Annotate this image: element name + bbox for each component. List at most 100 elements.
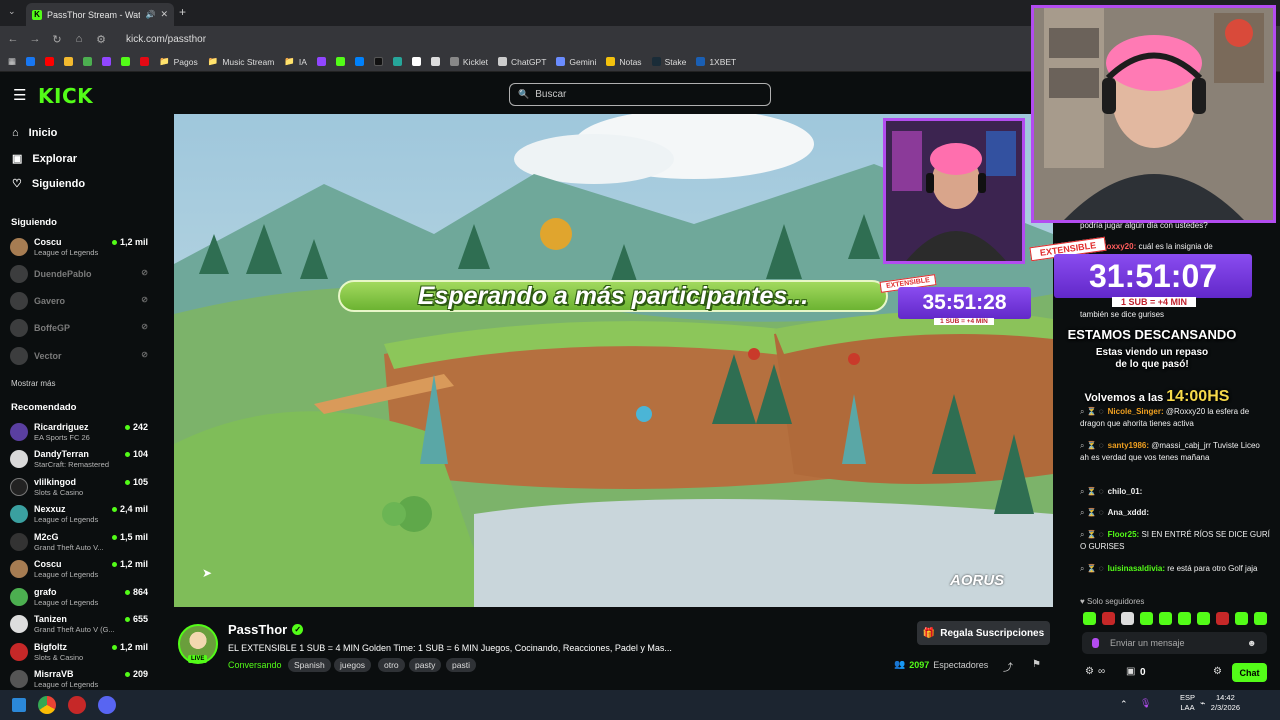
emote-icon[interactable] (1159, 612, 1172, 625)
chat-send-button[interactable]: Chat (1232, 663, 1267, 682)
emote-icon[interactable] (1102, 612, 1115, 625)
kick-bookmark-2-icon[interactable] (335, 57, 345, 66)
network-icon[interactable]: ⌁ (1200, 698, 1205, 709)
tag-pill[interactable]: pasti (446, 658, 476, 672)
bookmark-kicklet[interactable]: Kicklet (449, 57, 488, 67)
tiktok-icon[interactable] (373, 57, 383, 66)
tab-title: PassThor Stream - Watch Li (47, 9, 141, 20)
tag-pill[interactable]: juegos (334, 658, 372, 672)
system-clock[interactable]: 14:42 2/3/2026 (1211, 693, 1240, 713)
apps-icon[interactable]: ▦ (8, 56, 16, 67)
tray-up-icon[interactable]: ⌃ (1120, 699, 1128, 710)
recommended-channel[interactable]: grafo League of Legends 864 (10, 585, 150, 611)
search-input[interactable]: 🔍 Buscar (509, 83, 771, 106)
emote-icon[interactable] (1121, 612, 1134, 625)
windows-start-icon[interactable] (12, 698, 26, 712)
url-field[interactable]: kick.com/passthor (126, 34, 206, 45)
twitch-bookmark-icon[interactable] (316, 57, 326, 66)
tag-pill[interactable]: otro (378, 658, 405, 672)
nav-explorar[interactable]: ▣ Explorar (12, 152, 77, 166)
kick-bookmark-icon[interactable] (121, 57, 131, 66)
app-bookmark-icon[interactable] (392, 57, 402, 66)
stream-category[interactable]: Conversando (228, 660, 282, 670)
emote-icon[interactable] (1235, 612, 1248, 625)
webcam-main-image (1034, 8, 1273, 220)
new-tab-icon[interactable]: + (179, 5, 186, 19)
speaker-icon[interactable]: 🔊 (145, 10, 155, 19)
close-tab-icon[interactable]: ✕ (160, 9, 168, 20)
settings-chat-icon[interactable]: ⚙ (1085, 666, 1094, 677)
chat-settings-icon[interactable]: ⚙ (1213, 666, 1222, 677)
link-icon[interactable]: ∞ (1098, 666, 1105, 677)
app-icon[interactable] (68, 696, 86, 714)
youtube-icon[interactable] (45, 57, 55, 66)
tab-search-icon[interactable]: ⌄ (8, 6, 16, 17)
bookmark-gemini[interactable]: Gemini (556, 57, 596, 67)
recommended-channel[interactable]: Tanizen Grand Theft Auto V (G... 655 (10, 612, 150, 638)
avatar (10, 560, 28, 578)
diamond-icon[interactable] (430, 57, 440, 66)
recommended-channel[interactable]: Nexxuz League of Legends 2,4 mil (10, 502, 150, 528)
back-icon[interactable]: ← (2, 33, 24, 45)
heart-icon: ♡ (12, 178, 22, 190)
recommended-channel[interactable]: Bigfoltz Slots & Casino 1,2 mil (10, 640, 150, 666)
reload-icon[interactable]: ↻ (46, 33, 68, 46)
nav-siguiendo[interactable]: ♡ Siguiendo (12, 177, 85, 191)
gmail-icon[interactable] (140, 57, 150, 66)
browser-tab[interactable]: K PassThor Stream - Watch Li 🔊 ✕ (26, 3, 174, 26)
tag-pill[interactable]: pasty (409, 658, 442, 672)
following-channel[interactable]: Coscu League of Legends 1,2 mil (10, 235, 150, 261)
recommended-channel[interactable]: Ricardriguez EA Sports FC 26 242 (10, 420, 150, 446)
emote-icon[interactable] (1197, 612, 1210, 625)
streamer-name[interactable]: PassThor ✓ (228, 622, 304, 637)
drive-icon[interactable] (83, 57, 93, 66)
emote-icon[interactable] (1140, 612, 1153, 625)
share-icon[interactable]: ⤴ (1003, 659, 1013, 674)
emote-icon[interactable] (1254, 612, 1267, 625)
tag-pill[interactable]: Spanish (288, 658, 331, 672)
discord-icon[interactable] (98, 696, 116, 714)
following-channel-offline[interactable]: BoffeGP ⊘ (10, 316, 150, 342)
following-channel-offline[interactable]: DuendePablo ⊘ (10, 262, 150, 288)
recommended-channel[interactable]: Coscu League of Legends 1,2 mil (10, 557, 150, 583)
binance-icon[interactable] (64, 57, 74, 66)
recommended-channel[interactable]: DandyTerran StarCraft: Remastered 104 (10, 447, 150, 473)
bookmark-stake[interactable]: Stake (651, 57, 686, 67)
notion-icon[interactable] (411, 57, 421, 66)
gift-subs-button[interactable]: 🎁 Regala Suscripciones (917, 621, 1050, 645)
bookmark-music-stream[interactable]: 📁 Music Stream (208, 56, 275, 67)
recommended-channel[interactable]: vlilkingod Slots & Casino 105 (10, 475, 150, 501)
menu-icon[interactable]: ☰ (13, 86, 26, 104)
following-channel-offline[interactable]: Vector ⊘ (10, 344, 150, 370)
nav-inicio[interactable]: ⌂ Inicio (12, 127, 57, 139)
kick-logo[interactable]: KICK (38, 84, 93, 108)
home-browser-icon[interactable]: ⌂ (68, 33, 90, 45)
forward-icon[interactable]: → (24, 33, 46, 45)
bookmark-1xbet[interactable]: 1XBET (696, 57, 736, 67)
chrome-icon[interactable] (38, 696, 56, 714)
twitch-icon[interactable] (102, 57, 112, 66)
emote-icon[interactable] (1178, 612, 1191, 625)
mic-icon[interactable] (1092, 638, 1099, 648)
report-icon[interactable]: ⚑ (1032, 659, 1041, 670)
show-more-link[interactable]: Mostrar más (11, 379, 55, 388)
bookmark-ia[interactable]: 📁 IA (284, 56, 307, 67)
recommended-channel[interactable]: M2cG Grand Theft Auto V... 1,5 mil (10, 530, 150, 556)
site-info-icon[interactable]: ⚙ (90, 33, 112, 46)
bookmark-chatgpt[interactable]: ChatGPT (497, 57, 546, 67)
emote-icon[interactable] (1216, 612, 1229, 625)
emote-icon[interactable] (1083, 612, 1096, 625)
offline-icon: ⊘ (141, 295, 148, 304)
chat-message: ⌕ ⏳ ◌ Ana_xddd: (1080, 508, 1149, 517)
emoji-picker-icon[interactable]: ☻ (1247, 638, 1256, 648)
bookmark-pagos[interactable]: 📁 Pagos (159, 56, 198, 67)
chat-message: ⌕ ⏳ ◌ chilo_01: (1080, 487, 1143, 496)
tray-mic-icon[interactable]: 🎙 (1140, 698, 1151, 709)
points-icon[interactable]: ▣ (1126, 666, 1135, 677)
bookmark-notas[interactable]: Notas (606, 57, 642, 67)
meta-icon[interactable] (354, 57, 364, 66)
chat-input[interactable]: Enviar un mensaje (1082, 632, 1267, 654)
following-channel-offline[interactable]: Gavero ⊘ (10, 289, 150, 315)
language-indicator[interactable]: ESP LAA (1180, 693, 1195, 713)
facebook-icon[interactable] (26, 57, 36, 66)
